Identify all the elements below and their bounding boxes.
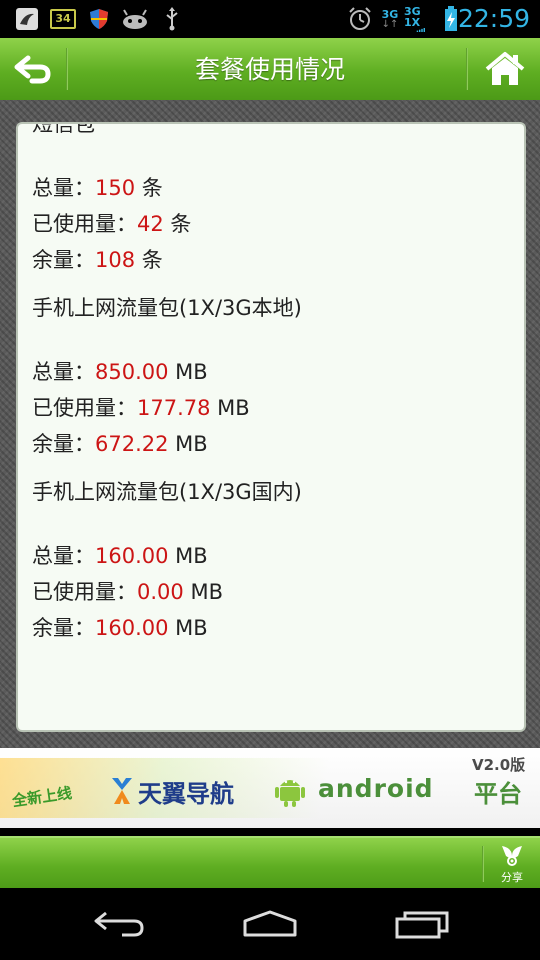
battery-level-badge: 34: [50, 6, 76, 32]
domestic-total-value: 160.00: [95, 544, 169, 568]
sms-total-row: 总量：150 条: [32, 176, 163, 200]
signal-strength-icon: 3G 1X: [404, 6, 438, 32]
sms-remain-row: 余量：108 条: [32, 248, 163, 272]
package-name-sms: 短信包: [32, 122, 95, 136]
package-name-data-local: 手机上网流量包(1X/3G本地): [32, 296, 302, 320]
share-label: 分享: [501, 870, 523, 884]
domestic-used-value: 0.00: [137, 580, 184, 604]
system-nav-bar: [0, 888, 540, 960]
banner-android-text: android: [318, 774, 434, 803]
domestic-used-row: 已使用量：0.00 MB: [32, 580, 223, 604]
local-total-value: 850.00: [95, 360, 169, 384]
back-arrow-icon: [14, 55, 51, 84]
status-bar: 34 3G ↓↑ 3G 1X 22:59: [0, 0, 540, 38]
banner-version: V2.0版: [472, 756, 526, 774]
nav-home-button[interactable]: [220, 898, 320, 950]
bottom-toolbar: 分享: [0, 836, 540, 890]
tianyi-logo-icon: [110, 776, 134, 810]
sms-used-row: 已使用量：42 条: [32, 212, 192, 236]
promo-banner[interactable]: 全新上线 天翼导航 android V2.0版 平台: [0, 748, 540, 828]
banner-platform-text: 平台: [474, 780, 522, 808]
home-icon: [485, 52, 525, 85]
nav-recents-button[interactable]: [372, 898, 472, 950]
domestic-total-row: 总量：160.00 MB: [32, 544, 208, 568]
usb-icon: [162, 6, 182, 32]
domestic-remain-value: 160.00: [95, 616, 169, 640]
local-used-row: 已使用量：177.78 MB: [32, 396, 250, 420]
clock-time: 22:59: [457, 4, 530, 33]
nav-recents-icon: [395, 911, 449, 939]
local-remain-value: 672.22: [95, 432, 169, 456]
local-remain-row: 余量：672.22 MB: [32, 432, 208, 456]
domestic-remain-row: 余量：160.00 MB: [32, 616, 208, 640]
banner-nav-text: 天翼导航: [138, 780, 234, 808]
android-debug-icon: [120, 6, 150, 32]
network-3g-icon: 3G ↓↑: [381, 7, 399, 30]
sms-total-value: 150: [95, 176, 136, 200]
shield-icon: [88, 6, 110, 32]
local-total-row: 总量：850.00 MB: [32, 360, 208, 384]
nav-back-button[interactable]: [70, 898, 170, 950]
banner-decoration: [0, 758, 540, 818]
sms-remain-value: 108: [95, 248, 136, 272]
alarm-icon: [346, 6, 374, 32]
sms-used-value: 42: [137, 212, 164, 236]
notification-app-icon: [14, 6, 40, 32]
title-separator-left: [66, 48, 68, 90]
nav-home-icon: [243, 910, 297, 937]
share-button[interactable]: 分享: [484, 838, 540, 890]
back-button[interactable]: [0, 38, 66, 100]
page-title: 套餐使用情况: [194, 55, 345, 84]
usage-card[interactable]: 短信包 总量：150 条 已使用量：42 条 余量：108 条 手机上网流量包(…: [16, 122, 526, 732]
local-used-value: 177.78: [137, 396, 211, 420]
title-bar: 套餐使用情况: [0, 38, 540, 102]
package-name-data-domestic: 手机上网流量包(1X/3G国内): [32, 480, 302, 504]
title-separator-right: [466, 48, 468, 90]
android-robot-icon: [272, 772, 308, 812]
share-icon: [502, 845, 522, 866]
nav-back-icon: [94, 911, 144, 937]
home-button[interactable]: [470, 38, 540, 100]
